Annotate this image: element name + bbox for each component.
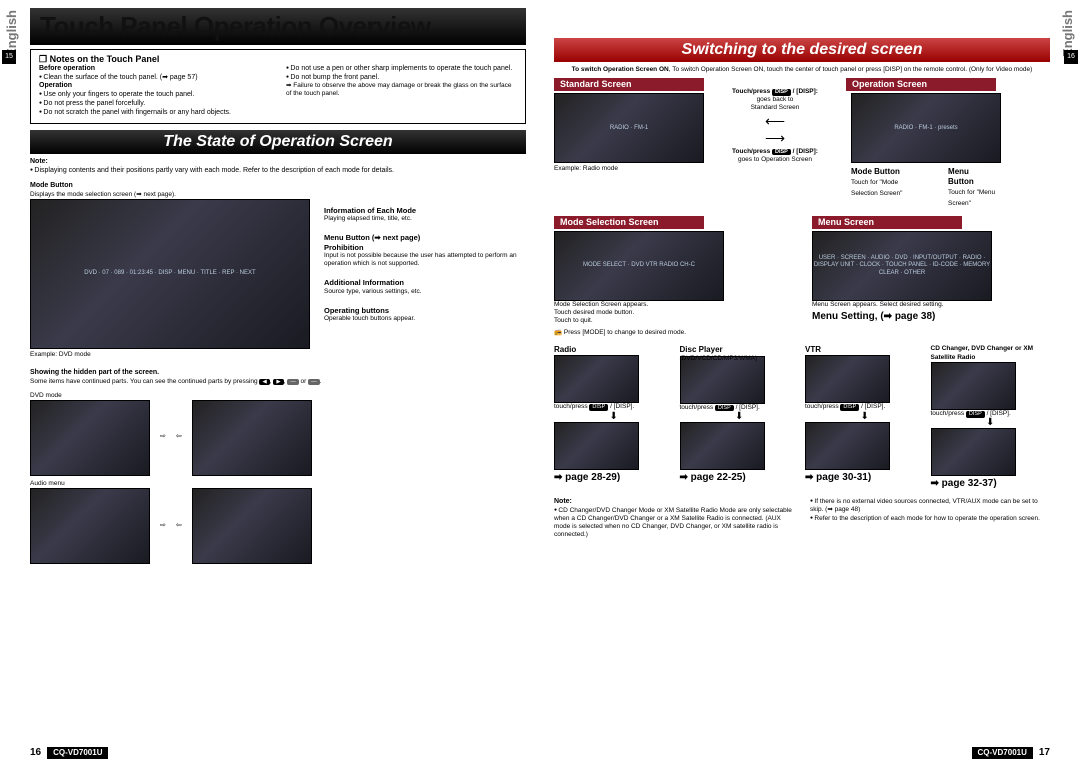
msel-note: Press [MODE] to change to desired mode. (564, 329, 686, 336)
arrow-down-icon: ⬇ (554, 413, 674, 421)
opbtn-b: Operable touch buttons appear. (324, 315, 526, 323)
main-title: Touch Panel Operation Overview (40, 11, 431, 41)
ss-radio-2 (554, 422, 639, 470)
hidden-body: Some items have continued parts. You can… (30, 378, 526, 386)
ss-vtr-2 (805, 422, 890, 470)
ss-disc-2 (680, 422, 765, 470)
audio-menu-lbl: Audio menu (30, 480, 526, 488)
std-cap: Example: Radio mode (554, 165, 699, 173)
goes-back-2: Standard Screen (705, 104, 845, 112)
ss-chg-2 (931, 428, 1016, 476)
goes-fwd: goes to Operation Screen (705, 156, 845, 164)
switch-intro: To switch Operation Screen ON, To switch… (554, 66, 1050, 74)
note2-r1: If there is no external video sources co… (810, 498, 1050, 514)
disc-sub: (DVD/VCD/CD/MP3/WMA) (680, 355, 800, 363)
screenshot-operation: RADIO · FM-1 · presets (851, 93, 1001, 163)
menu-btn-b2: Touch for "Menu Screen" (948, 189, 995, 206)
footer-right: CQ-VD7001U 17 (972, 747, 1050, 760)
disc-h: Disc Player (680, 345, 800, 355)
hidden-h: Showing the hidden part of the screen. (30, 369, 526, 378)
standard-screen-h: Standard Screen (554, 78, 704, 91)
arrow-down-icon-3: ⬇ (805, 413, 925, 421)
menu-setting: Menu Setting, (➡ page 38) (812, 311, 1050, 324)
op-b2: Do not press the panel forcefully. (39, 100, 270, 109)
model-left: CQ-VD7001U (47, 747, 108, 759)
proh-b: Input is not possible because the user h… (324, 252, 526, 268)
chg-h: CD Changer, DVD Changer or XM Satellite … (931, 345, 1051, 361)
edge-tab-left: 15 (2, 50, 16, 64)
mode-button-h: Mode Button (30, 182, 310, 191)
menu-b: Menu Screen appears. Select desired sett… (812, 301, 1050, 309)
operation-h: Operation (39, 82, 270, 91)
state-heading: The State of Operation Screen (30, 130, 526, 154)
msel-b1: Mode Selection Screen appears. (554, 301, 792, 309)
op-r2: Do not bump the front panel. (286, 74, 517, 83)
arrow-right-icon: ⇨ (160, 433, 166, 442)
note2-r2: Refer to the description of each mode fo… (810, 515, 1050, 523)
arrow-left-icon-2: ⇦ (176, 522, 182, 531)
msel-b3: Touch to quit. (554, 317, 792, 325)
screenshot-mode-select: MODE SELECT · DVD VTR RADIO CH-C (554, 231, 724, 301)
mode-btn-b2: Touch for "Mode Selection Screen" (851, 179, 902, 196)
pg-disc: ➡ page 22-25) (680, 472, 800, 485)
pg-vtr: ➡ page 30-31) (805, 472, 925, 485)
mode-button-b: Displays the mode selection screen (➡ ne… (30, 191, 310, 199)
menu-h: Menu Button (➡ next page) (324, 233, 526, 242)
screenshot-menu: USER · SCREEN · AUDIO · DVD · INPUT/OUTP… (812, 231, 992, 301)
mode-sel-h: Mode Selection Screen (554, 216, 704, 229)
screenshot-audio-1 (30, 488, 150, 564)
op-r3: Failure to observe the above may damage … (286, 82, 512, 97)
footer-left: 16 CQ-VD7001U (30, 747, 108, 760)
note-body: Displaying contents and their positions … (30, 167, 526, 176)
notes-heading: ❒ Notes on the Touch Panel (39, 54, 517, 65)
addl-b: Source type, various settings, etc. (324, 288, 526, 296)
example-dvd-cap: Example: DVD mode (30, 351, 310, 359)
before-op-1: Clean the surface of the touch panel. (➡… (39, 74, 270, 83)
arrow-left-icon: ⇦ (176, 433, 182, 442)
switching-heading: Switching to the desired screen (554, 38, 1050, 62)
page-num-right: 17 (1039, 747, 1050, 760)
screenshot-dvd-menu-1 (30, 400, 150, 476)
page-right: English 16 Switching to the desired scre… (540, 0, 1080, 763)
screenshot-standard: RADIO · FM-1 (554, 93, 704, 163)
pg-radio: ➡ page 28-29) (554, 472, 674, 485)
ss-chg-1 (931, 362, 1016, 410)
note-label: Note: (30, 158, 526, 167)
goes-back-1: goes back to (705, 96, 845, 104)
arrow-right-icon-2: ⇨ (160, 522, 166, 531)
page-left: English 15 Touch Panel Operation Overvie… (0, 0, 540, 763)
main-title-banner: Touch Panel Operation Overview (30, 8, 526, 45)
arrow-down-icon-2: ⬇ (680, 413, 800, 421)
screenshot-dvd-menu-2 (192, 400, 312, 476)
op-b3: Do not scratch the panel with fingernail… (39, 109, 270, 118)
addl-h: Additional Information (324, 278, 526, 287)
dvd-mode-lbl: DVD mode (30, 392, 526, 400)
page-num-left: 16 (30, 747, 41, 760)
pg-chg: ➡ page 32-37) (931, 478, 1051, 491)
model-right: CQ-VD7001U (972, 747, 1033, 759)
note2-l1: CD Changer/DVD Changer Mode or XM Satell… (554, 507, 794, 540)
screenshot-audio-2 (192, 488, 312, 564)
vtr-h: VTR (805, 345, 925, 355)
mode-btn-h2: Mode Button (851, 167, 900, 176)
info-h: Information of Each Mode (324, 206, 526, 215)
screenshot-dvd-main: DVD · 07 · 089 · 01:23:45 · DISP · MENU … (30, 199, 310, 349)
opbtn-h: Operating buttons (324, 306, 526, 315)
info-b: Playing elapsed time, title, etc. (324, 215, 526, 223)
note2-h: Note: (554, 498, 794, 507)
msel-b2: Touch desired mode button. (554, 309, 792, 317)
before-op-h: Before operation (39, 65, 270, 74)
operation-screen-h: Operation Screen (846, 78, 996, 91)
arrow-down-icon-4: ⬇ (931, 419, 1051, 427)
op-r1: Do not use a pen or other sharp implemen… (286, 65, 517, 74)
edge-tab-right: 16 (1064, 50, 1078, 64)
menu-scr-h: Menu Screen (812, 216, 962, 229)
ss-vtr-1 (805, 355, 890, 403)
op-b1: Use only your fingers to operate the tou… (39, 91, 270, 100)
menu-btn-h2: Menu Button (948, 167, 974, 186)
notes-box: ❒ Notes on the Touch Panel Before operat… (30, 49, 526, 125)
radio-h: Radio (554, 345, 674, 355)
proh-h: Prohibition (324, 243, 526, 252)
ss-radio-1 (554, 355, 639, 403)
